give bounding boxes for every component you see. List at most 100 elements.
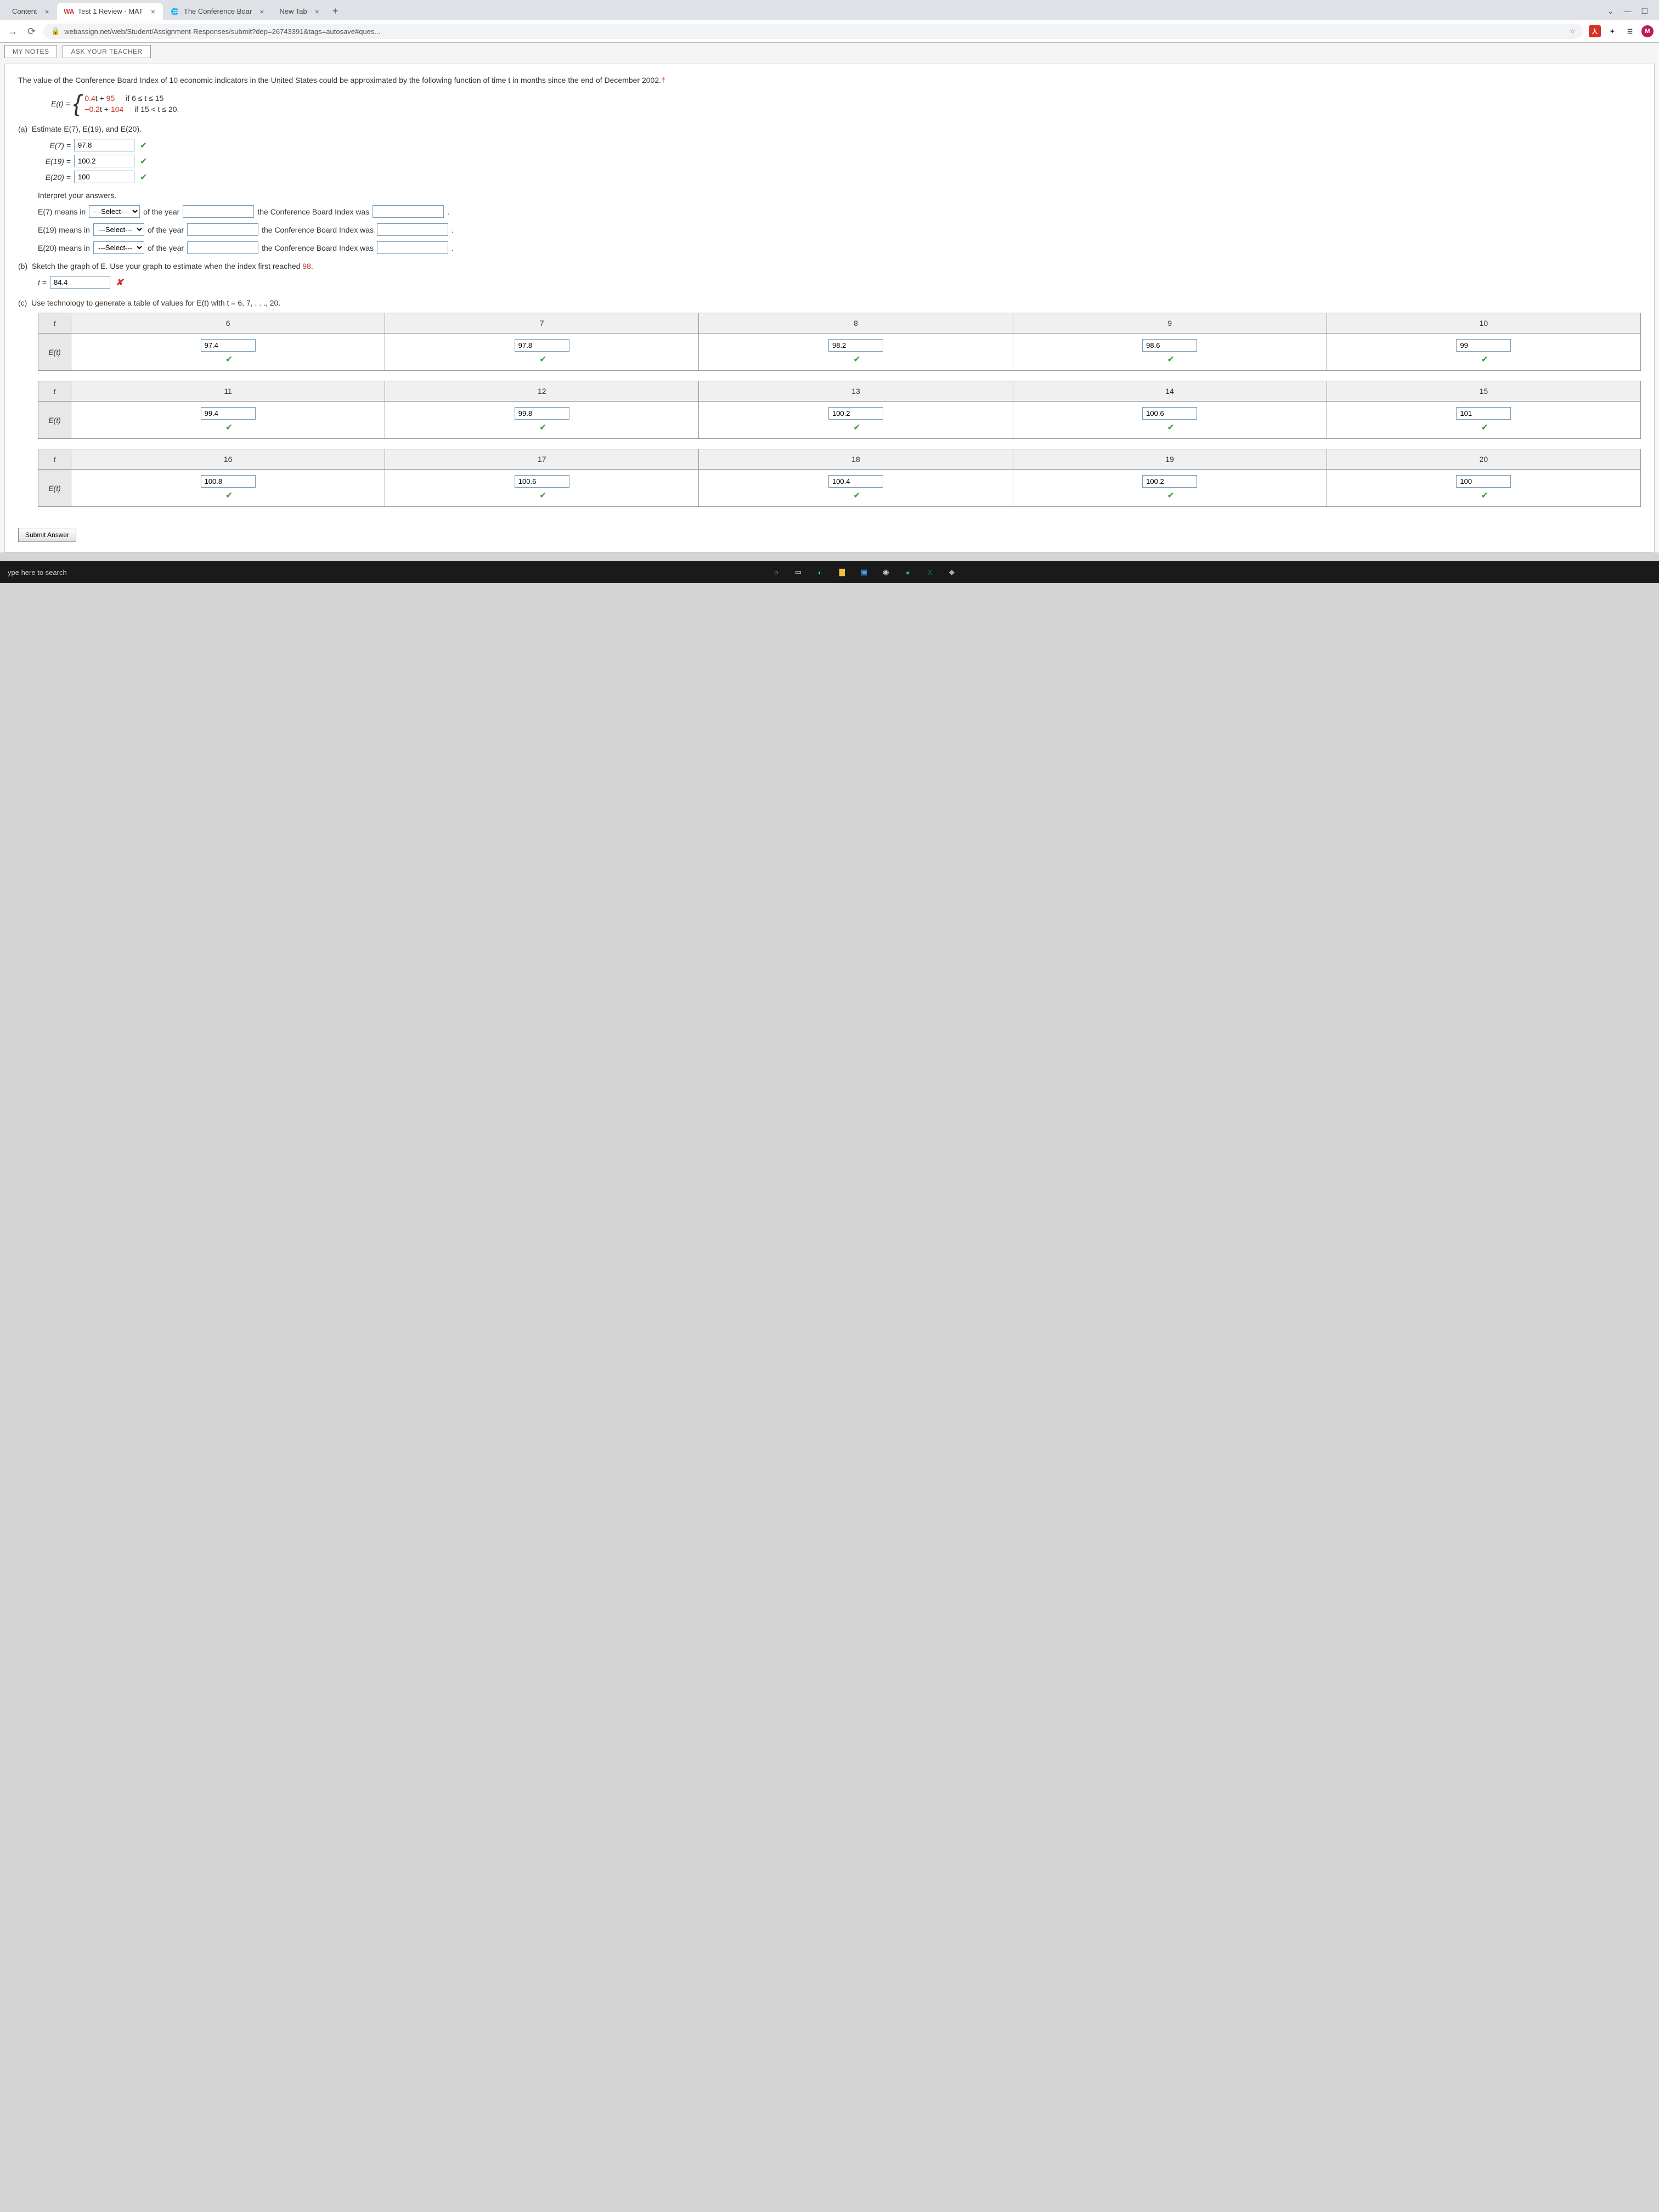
check-icon: ✔	[1481, 490, 1488, 501]
et-input[interactable]	[1456, 339, 1511, 352]
t-header-cell: 12	[385, 381, 699, 402]
check-icon: ✔	[1167, 354, 1174, 365]
tab-label: The Conference Boar	[184, 7, 252, 15]
t-header-cell: 10	[1327, 313, 1640, 334]
new-tab-button[interactable]: +	[327, 2, 344, 20]
et-input[interactable]	[515, 339, 569, 352]
year-input-e7[interactable]	[183, 205, 254, 218]
interp-e7: E(7) means in ---Select--- of the year t…	[38, 205, 1641, 218]
close-icon[interactable]: ×	[45, 7, 49, 16]
row-header-t: t	[38, 313, 71, 334]
maximize-icon[interactable]: ☐	[1641, 7, 1648, 16]
et-input[interactable]	[1456, 475, 1511, 488]
part-c-label: (c) Use technology to generate a table o…	[18, 298, 1641, 307]
question-panel: The value of the Conference Board Index …	[4, 64, 1655, 552]
et-value-cell: ✔	[699, 402, 1013, 439]
task-view-icon[interactable]: ▭	[792, 566, 805, 579]
et-value-cell: ✔	[1327, 402, 1640, 439]
value-input-e19[interactable]	[377, 223, 448, 236]
lock-icon: 🔒	[51, 27, 60, 36]
check-icon: ✔	[539, 490, 546, 501]
chrome-icon[interactable]: ◉	[879, 566, 893, 579]
close-icon[interactable]: ×	[259, 7, 264, 16]
reading-list-icon[interactable]: ☰	[1624, 25, 1636, 37]
puzzle-icon[interactable]: ✦	[1606, 25, 1618, 37]
store-icon[interactable]: ▣	[857, 566, 871, 579]
e7-input[interactable]	[74, 139, 134, 151]
t-header-cell: 15	[1327, 381, 1640, 402]
webassign-icon: WA	[65, 7, 74, 16]
forward-button[interactable]: →	[5, 25, 20, 38]
year-input-e19[interactable]	[187, 223, 258, 236]
explorer-icon[interactable]: ▇	[836, 566, 849, 579]
et-value-cell: ✔	[1013, 470, 1327, 507]
value-input-e20[interactable]	[377, 241, 448, 254]
cortana-icon[interactable]: ○	[770, 566, 783, 579]
et-input[interactable]	[515, 407, 569, 420]
minimize-icon[interactable]: —	[1623, 7, 1631, 16]
value-input-e7[interactable]	[373, 205, 444, 218]
et-input[interactable]	[828, 475, 883, 488]
tab-test-review[interactable]: WA Test 1 Review - MAT ×	[57, 3, 163, 20]
et-value-cell: ✔	[1327, 334, 1640, 371]
tab-label: New Tab	[279, 7, 307, 15]
url-field[interactable]: 🔒 webassign.net/web/Student/Assignment-R…	[43, 24, 1583, 39]
close-icon[interactable]: ×	[315, 7, 319, 16]
t-header-cell: 20	[1327, 449, 1640, 470]
row-header-t: t	[38, 449, 71, 470]
ask-teacher-button[interactable]: ASK YOUR TEACHER	[63, 45, 150, 58]
reload-button[interactable]: ⟳	[25, 25, 38, 38]
check-icon: ✔	[140, 172, 147, 183]
month-select-e7[interactable]: ---Select---	[89, 205, 140, 218]
x-icon: ✘	[116, 277, 123, 288]
et-input[interactable]	[1456, 407, 1511, 420]
et-input[interactable]	[1142, 475, 1197, 488]
chevron-down-icon[interactable]: ⌄	[1607, 7, 1614, 16]
part-b-label: (b) Sketch the graph of E. Use your grap…	[18, 262, 1641, 270]
address-bar: → ⟳ 🔒 webassign.net/web/Student/Assignme…	[0, 20, 1659, 42]
et-value-cell: ✔	[1013, 402, 1327, 439]
excel-icon[interactable]: X	[923, 566, 936, 579]
et-value-cell: ✔	[385, 334, 699, 371]
interp-e19: E(19) means in ---Select--- of the year …	[38, 223, 1641, 236]
check-icon: ✔	[140, 140, 147, 151]
check-icon: ✔	[1167, 422, 1174, 433]
tab-content[interactable]: Content ×	[4, 3, 57, 20]
tab-new[interactable]: New Tab ×	[272, 3, 327, 20]
my-notes-button[interactable]: MY NOTES	[4, 45, 57, 58]
t-header-cell: 11	[71, 381, 385, 402]
t-header-cell: 17	[385, 449, 699, 470]
star-icon[interactable]: ☆	[1569, 27, 1576, 36]
year-input-e20[interactable]	[187, 241, 258, 254]
value-table-1: t1112131415E(t)✔✔✔✔✔	[38, 381, 1641, 439]
window-controls: ⌄ — ☐	[1607, 7, 1655, 16]
pdf-ext-icon[interactable]: 人	[1589, 25, 1601, 37]
et-input[interactable]	[515, 475, 569, 488]
et-input[interactable]	[201, 339, 256, 352]
t-header-cell: 8	[699, 313, 1013, 334]
row-header-et: E(t)	[38, 470, 71, 507]
et-value-cell: ✔	[1013, 334, 1327, 371]
et-input[interactable]	[828, 407, 883, 420]
e19-input[interactable]	[74, 155, 134, 167]
et-input[interactable]	[201, 407, 256, 420]
tab-conference-board[interactable]: 🌐 The Conference Boar ×	[163, 3, 272, 20]
et-input[interactable]	[1142, 407, 1197, 420]
submit-answer-button[interactable]: Submit Answer	[18, 528, 76, 542]
month-select-e20[interactable]: ---Select---	[93, 241, 144, 254]
spotify-icon[interactable]: ●	[901, 566, 915, 579]
month-select-e19[interactable]: ---Select---	[93, 223, 144, 236]
e20-input[interactable]	[74, 171, 134, 183]
et-input[interactable]	[828, 339, 883, 352]
close-icon[interactable]: ×	[151, 7, 155, 16]
edge-icon[interactable]: ◐	[814, 566, 827, 579]
t-value-input[interactable]	[50, 276, 110, 289]
et-value-cell: ✔	[71, 334, 385, 371]
steam-icon[interactable]: ◆	[945, 566, 958, 579]
profile-avatar[interactable]: M	[1641, 25, 1654, 37]
taskbar-search[interactable]: ype here to search	[8, 568, 67, 577]
et-input[interactable]	[201, 475, 256, 488]
et-input[interactable]	[1142, 339, 1197, 352]
t-header-cell: 6	[71, 313, 385, 334]
t-header-cell: 9	[1013, 313, 1327, 334]
